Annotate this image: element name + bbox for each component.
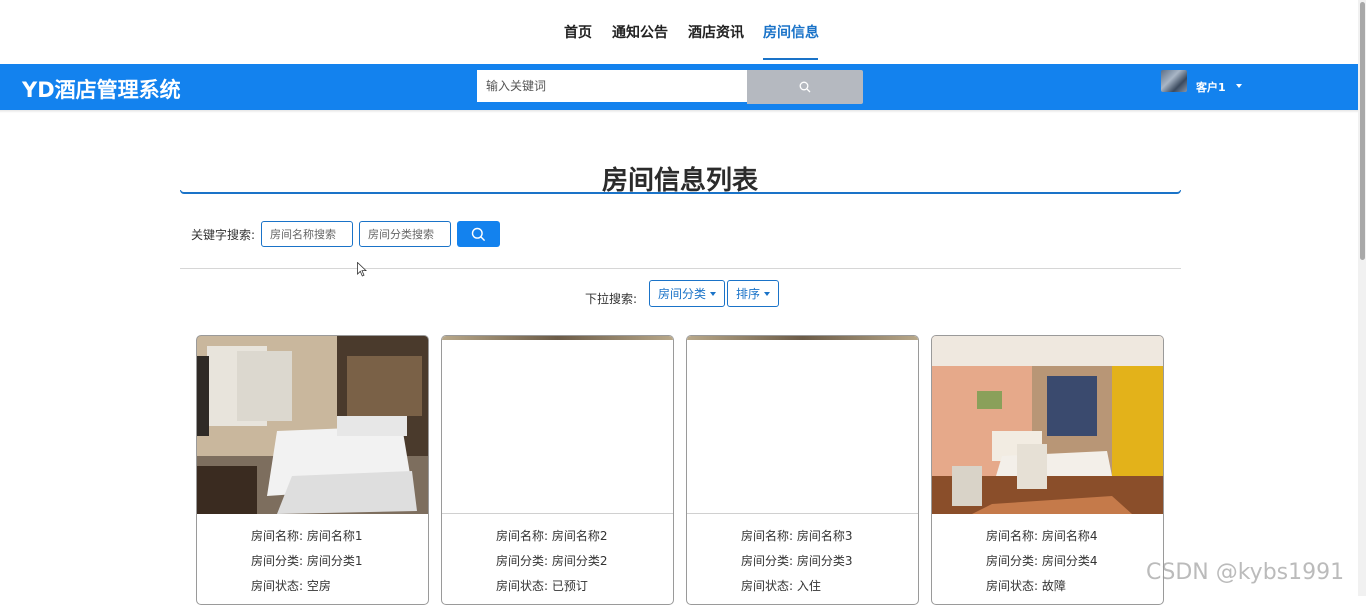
room-image[interactable] [442,336,673,514]
room-info: 房间名称: 房间名称4 房间分类: 房间分类4 房间状态: 故障 [986,526,1098,601]
header-bar: YD酒店管理系统 客户1 [0,64,1366,110]
scrollbar-thumb[interactable] [1360,2,1365,260]
room-name: 房间名称: 房间名称4 [986,529,1098,543]
keyword-search-button[interactable] [457,221,500,247]
nav-item-home[interactable]: 首页 [564,22,592,42]
nav-item-hotel-news[interactable]: 酒店资讯 [688,22,744,42]
room-card-2[interactable]: 房间名称: 房间名称2 房间分类: 房间分类2 房间状态: 已预订 [441,335,674,605]
image-top-strip [442,336,673,340]
room-name: 房间名称: 房间名称1 [251,529,363,543]
room-info: 房间名称: 房间名称1 房间分类: 房间分类1 房间状态: 空房 [251,526,363,601]
hotel-room-photo [197,336,428,514]
room-card-4[interactable]: 房间名称: 房间名称4 房间分类: 房间分类4 房间状态: 故障 [931,335,1164,605]
username[interactable]: 客户1 [1196,79,1226,95]
avatar[interactable] [1161,70,1187,92]
caret-down-icon [710,291,717,296]
global-search-button[interactable] [747,70,863,104]
site-logo[interactable]: YD酒店管理系统 [22,74,181,104]
global-search-input[interactable] [477,70,747,102]
nav-item-notices[interactable]: 通知公告 [612,22,668,42]
nav-item-room-info[interactable]: 房间信息 [763,22,819,42]
image-top-strip [687,336,918,340]
room-category: 房间分类: 房间分类4 [986,554,1098,568]
room-name: 房间名称: 房间名称3 [741,529,853,543]
room-status: 房间状态: 已预订 [496,579,588,593]
room-info: 房间名称: 房间名称3 房间分类: 房间分类3 房间状态: 入住 [741,526,853,601]
room-info: 房间名称: 房间名称2 房间分类: 房间分类2 房间状态: 已预订 [496,526,608,601]
search-icon [799,81,811,93]
room-status: 房间状态: 入住 [741,579,821,593]
room-category: 房间分类: 房间分类2 [496,554,608,568]
room-status: 房间状态: 故障 [986,579,1066,593]
hotel-room-photo [932,336,1163,514]
sort-dropdown-label: 排序 [736,287,761,301]
room-card-3[interactable]: 房间名称: 房间名称3 房间分类: 房间分类3 房间状态: 入住 [686,335,919,605]
room-category: 房间分类: 房间分类1 [251,554,363,568]
search-icon [471,227,486,241]
watermark: CSDN @kybs1991 [1146,560,1345,585]
room-category-search-input[interactable] [359,221,451,247]
room-category-dropdown-label: 房间分类 [658,287,707,301]
keyword-search-label: 关键字搜索: [191,228,256,242]
room-category: 房间分类: 房间分类3 [741,554,853,568]
caret-down-icon [764,291,771,296]
room-category-dropdown[interactable]: 房间分类 [649,280,726,307]
room-name-search-input[interactable] [261,221,353,247]
room-image[interactable] [687,336,918,514]
mouse-cursor-icon [357,262,367,277]
active-nav-underline [763,58,818,60]
chevron-down-icon[interactable] [1236,84,1242,88]
room-image[interactable] [932,336,1163,514]
sort-dropdown[interactable]: 排序 [727,280,780,307]
top-navigation: 首页 通知公告 酒店资讯 房间信息 [0,0,1366,64]
room-status: 房间状态: 空房 [251,579,331,593]
room-image[interactable] [197,336,428,514]
section-divider [180,268,1181,269]
room-name: 房间名称: 房间名称2 [496,529,608,543]
header-shadow [0,110,1366,113]
title-underline [180,190,1181,194]
dropdown-search-label: 下拉搜索: [585,292,638,306]
room-card-1[interactable]: 房间名称: 房间名称1 房间分类: 房间分类1 房间状态: 空房 [196,335,429,605]
